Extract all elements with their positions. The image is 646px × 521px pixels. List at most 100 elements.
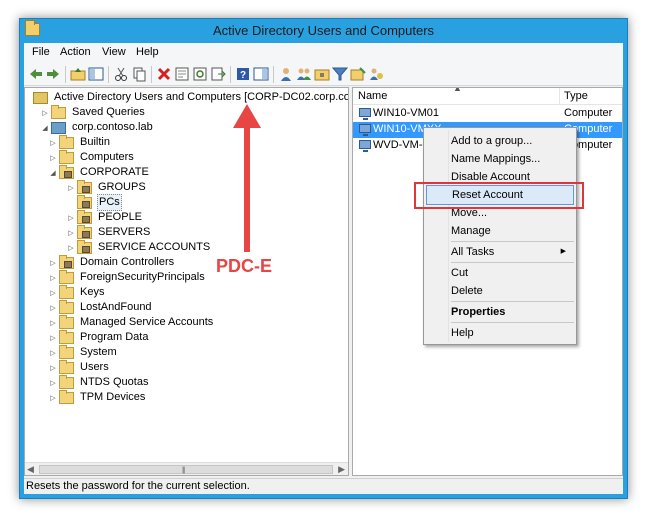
tree-node[interactable]: ▷ Keys xyxy=(49,284,105,300)
tree-node[interactable]: ▷ ForeignSecurityPrincipals xyxy=(49,269,206,285)
expand-icon[interactable]: ▷ xyxy=(49,360,57,375)
tree-node-label: LostAndFound xyxy=(80,301,152,313)
cut-icon[interactable] xyxy=(113,66,129,82)
toolbar: ? xyxy=(24,63,623,86)
organizational-unit-icon xyxy=(77,239,92,254)
tree-horizontal-scrollbar[interactable]: ◀ ||| ▶ xyxy=(25,462,348,475)
tree-node-label: Saved Queries xyxy=(72,106,145,118)
show-hide-console-tree-icon[interactable] xyxy=(88,66,104,82)
tree-node[interactable]: ▷ SERVICE ACCOUNTS xyxy=(67,239,211,255)
context-menu-item[interactable]: Add to a group... xyxy=(426,131,574,151)
collapse-icon[interactable]: ◢ xyxy=(49,165,57,180)
tree-node[interactable]: ▷ PEOPLE xyxy=(67,209,143,225)
expand-icon[interactable]: ▷ xyxy=(41,105,49,120)
expand-icon[interactable]: ▷ xyxy=(49,285,57,300)
tree-node-label: CORPORATE xyxy=(80,166,149,178)
tree-node-label: TPM Devices xyxy=(80,391,146,403)
expand-icon[interactable]: ▷ xyxy=(49,255,57,270)
expand-icon[interactable]: ▷ xyxy=(49,150,57,165)
context-menu-item[interactable]: Delete xyxy=(426,281,574,301)
tree-node-label: SERVICE ACCOUNTS xyxy=(98,241,211,253)
tree-node-label: Users xyxy=(80,361,109,373)
column-header-name[interactable]: Name xyxy=(353,88,387,105)
toolbar-separator xyxy=(108,66,109,83)
scroll-left-icon[interactable]: ◀ xyxy=(27,463,34,475)
expand-icon[interactable]: ▷ xyxy=(49,345,57,360)
collapse-icon[interactable]: ◢ xyxy=(41,120,49,135)
tree-node[interactable]: ▷ Program Data xyxy=(49,329,149,345)
tree-node[interactable]: ▷ Computers xyxy=(49,149,135,165)
properties-icon[interactable] xyxy=(174,66,190,82)
tree-node[interactable]: ▷ TPM Devices xyxy=(49,389,146,405)
tree-node[interactable]: ▷ Managed Service Accounts xyxy=(49,314,214,330)
expand-icon[interactable]: ▷ xyxy=(67,240,75,255)
tree-node-label: NTDS Quotas xyxy=(80,376,149,388)
tree-node-label: PEOPLE xyxy=(98,211,143,223)
expand-icon[interactable]: ▷ xyxy=(67,225,75,240)
organizational-unit-icon xyxy=(59,254,74,269)
copy-icon[interactable] xyxy=(131,66,147,82)
tree-node[interactable]: ▷ Domain Controllers xyxy=(49,254,175,270)
window-title: Active Directory Users and Computers xyxy=(212,23,435,38)
tree-node[interactable]: PCs xyxy=(67,194,122,211)
refresh-icon[interactable] xyxy=(192,66,208,82)
menu-file[interactable]: File xyxy=(30,46,52,58)
expand-icon[interactable]: ▷ xyxy=(49,300,57,315)
menu-view[interactable]: View xyxy=(100,46,128,58)
expand-icon[interactable]: ▷ xyxy=(67,180,75,195)
menu-help[interactable]: Help xyxy=(134,46,161,58)
expand-icon[interactable]: ▷ xyxy=(49,330,57,345)
context-menu-item[interactable]: Manage xyxy=(426,221,574,241)
tree-node[interactable]: ◢ CORPORATE xyxy=(49,164,150,180)
scroll-right-icon[interactable]: ▶ xyxy=(338,463,345,475)
toolbar-separator xyxy=(65,66,66,83)
delegate-icon[interactable] xyxy=(368,66,384,82)
tree-node[interactable]: ◢ corp.contoso.lab xyxy=(41,120,154,135)
folder-icon xyxy=(59,374,74,389)
context-menu-item[interactable]: Name Mappings... xyxy=(426,149,574,169)
expand-icon[interactable]: ▷ xyxy=(49,390,57,405)
user-icon[interactable] xyxy=(278,66,294,82)
tree-node[interactable]: ▷ Saved Queries xyxy=(41,104,146,120)
tree-node-label: GROUPS xyxy=(98,181,146,193)
context-menu-item[interactable]: Properties xyxy=(426,302,574,322)
delete-icon[interactable] xyxy=(156,66,172,82)
forward-arrow-icon[interactable] xyxy=(45,66,61,82)
expand-icon[interactable]: ▷ xyxy=(67,210,75,225)
export-list-icon[interactable] xyxy=(210,66,226,82)
context-menu-item[interactable]: All Tasks ▶ xyxy=(426,242,574,262)
show-hide-action-pane-icon[interactable] xyxy=(253,66,269,82)
column-header-type[interactable]: Type xyxy=(559,88,588,105)
tree-node[interactable]: ▷ Users xyxy=(49,359,110,375)
add-to-group-icon[interactable] xyxy=(350,66,366,82)
tree-node[interactable]: ▷ System xyxy=(49,344,118,360)
tree-node[interactable]: ▷ NTDS Quotas xyxy=(49,374,149,390)
expand-icon[interactable]: ▷ xyxy=(49,135,57,150)
ou-icon[interactable] xyxy=(314,66,330,82)
up-folder-icon[interactable] xyxy=(70,66,86,82)
scroll-thumb[interactable]: ||| xyxy=(39,465,333,474)
list-item[interactable]: WIN10-VM01 Computer xyxy=(353,106,622,122)
tree-node[interactable]: ▷ LostAndFound xyxy=(49,299,153,315)
expand-icon[interactable]: ▷ xyxy=(49,270,57,285)
group-icon[interactable] xyxy=(296,66,312,82)
filter-icon[interactable] xyxy=(332,66,348,82)
tree-node[interactable]: ▷ SERVERS xyxy=(67,224,151,240)
title-bar[interactable]: Active Directory Users and Computers xyxy=(20,19,627,43)
expand-icon[interactable]: ▷ xyxy=(49,315,57,330)
tree-node[interactable]: ▷ Builtin xyxy=(49,134,111,150)
back-arrow-icon[interactable] xyxy=(28,66,44,82)
folder-icon xyxy=(59,329,74,344)
context-menu-item[interactable]: Cut xyxy=(426,263,574,283)
folder-icon xyxy=(59,299,74,314)
tree-node-label: Computers xyxy=(80,151,134,163)
tree-node[interactable]: ▷ GROUPS xyxy=(67,179,147,195)
organizational-unit-icon xyxy=(77,194,92,209)
toolbar-separator xyxy=(151,66,152,83)
tree-node-label: Program Data xyxy=(80,331,149,343)
help-icon[interactable]: ? xyxy=(235,66,251,82)
menu-action[interactable]: Action xyxy=(58,46,93,58)
context-menu-item[interactable]: Help xyxy=(426,323,574,343)
expand-icon[interactable]: ▷ xyxy=(49,375,57,390)
tree-node[interactable]: Active Directory Users and Computers [CO… xyxy=(33,90,348,105)
